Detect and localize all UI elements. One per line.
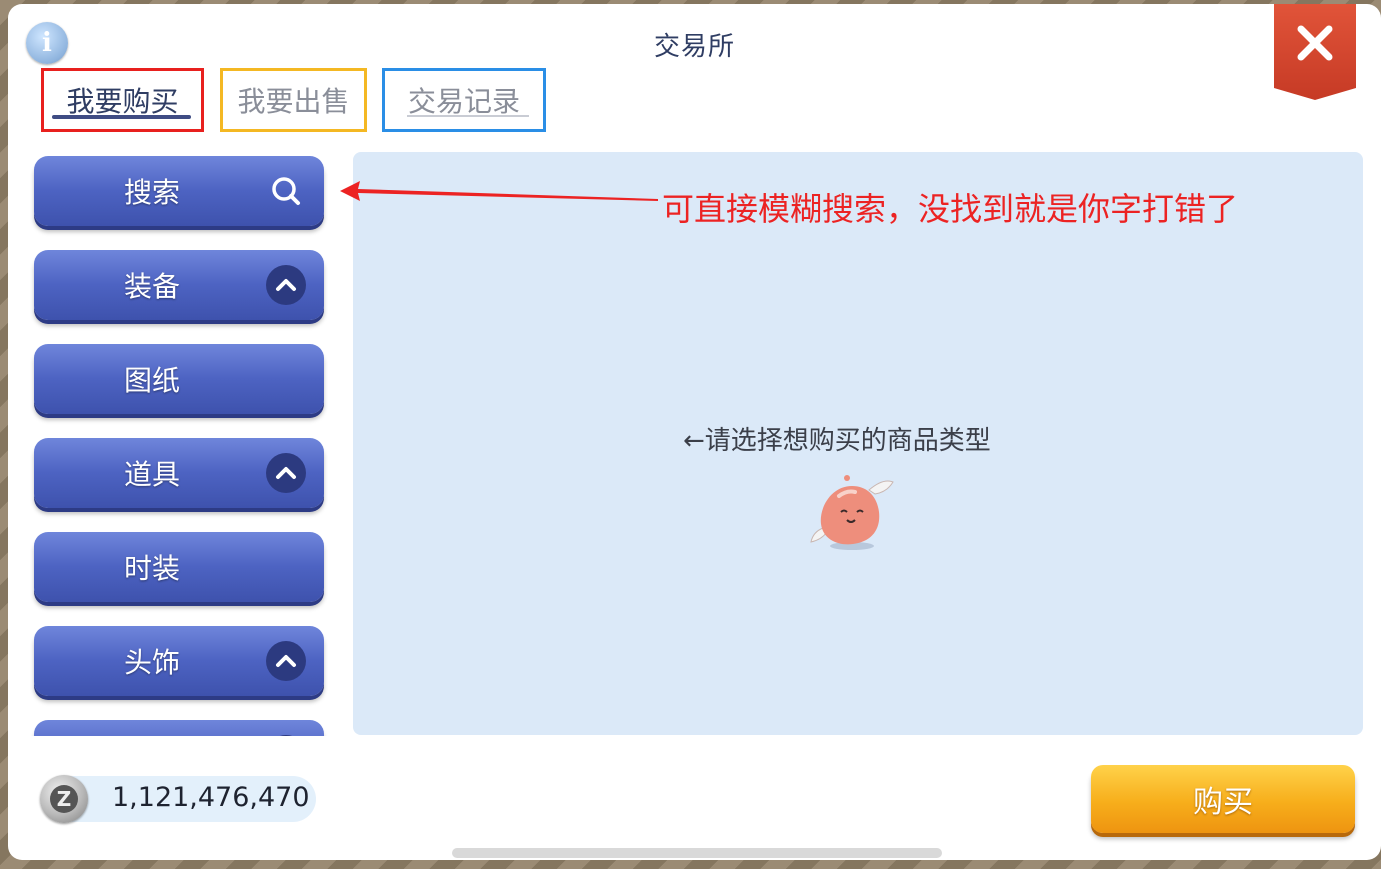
tab-underline: [407, 115, 529, 117]
category-label: 头饰: [123, 646, 180, 679]
category-label: 道具: [123, 458, 180, 491]
tab-trade-log[interactable]: 交易记录: [382, 68, 546, 132]
tab-trade-log-label: 交易记录: [407, 85, 520, 118]
category-equipment-button[interactable]: 装备: [34, 250, 324, 320]
bottom-scroll-handle[interactable]: [452, 848, 942, 858]
empty-hint: ←请选择想购买的商品类型: [683, 426, 991, 456]
chevron-up-icon[interactable]: [266, 265, 306, 305]
chevron-up-icon[interactable]: [266, 453, 306, 493]
window-title: 交易所: [653, 32, 735, 62]
zeny-amount: 1,121,476,470: [112, 782, 310, 813]
tab-buy[interactable]: 我要购买: [41, 68, 204, 132]
category-label: 装备: [123, 270, 180, 303]
category-costume-button[interactable]: 时装: [34, 532, 324, 602]
buy-button[interactable]: 购买: [1091, 765, 1355, 833]
category-search-button[interactable]: 搜索: [34, 156, 324, 226]
category-label: 图纸: [123, 364, 180, 397]
category-list[interactable]: 搜索 装备 图纸 道具 时装 头饰: [30, 154, 328, 736]
tab-active-underline: [52, 115, 191, 119]
category-blueprint-button[interactable]: 图纸: [34, 344, 324, 414]
category-headwear-button[interactable]: 头饰: [34, 626, 324, 696]
listing-panel: ←请选择想购买的商品类型: [353, 152, 1363, 735]
zeny-coin-icon: Z: [40, 775, 88, 823]
category-label: 时装: [123, 552, 180, 585]
category-label: 搜索: [123, 176, 180, 209]
chevron-up-icon[interactable]: [266, 641, 306, 681]
tab-buy-label: 我要购买: [66, 85, 179, 118]
category-more-button[interactable]: [34, 720, 324, 736]
close-icon: [1297, 25, 1333, 61]
exchange-window: i 交易所 我要购买 我要出售 交易记录 搜索 装备 图纸 道具 时装 头饰 ←…: [8, 4, 1381, 860]
annotation-arrow-icon: [340, 181, 658, 201]
zeny-coin-glyph: Z: [50, 785, 78, 813]
annotation-note: 可直接模糊搜索，没找到就是你字打错了: [662, 190, 1239, 228]
chevron-up-icon[interactable]: [266, 735, 306, 736]
buy-button-label: 购买: [1193, 785, 1253, 820]
tab-sell-label: 我要出售: [237, 85, 350, 118]
tab-sell[interactable]: 我要出售: [220, 68, 367, 132]
search-icon: [266, 171, 306, 211]
category-items-button[interactable]: 道具: [34, 438, 324, 508]
poring-mascot-icon: [810, 475, 894, 550]
close-button[interactable]: [1274, 4, 1356, 100]
